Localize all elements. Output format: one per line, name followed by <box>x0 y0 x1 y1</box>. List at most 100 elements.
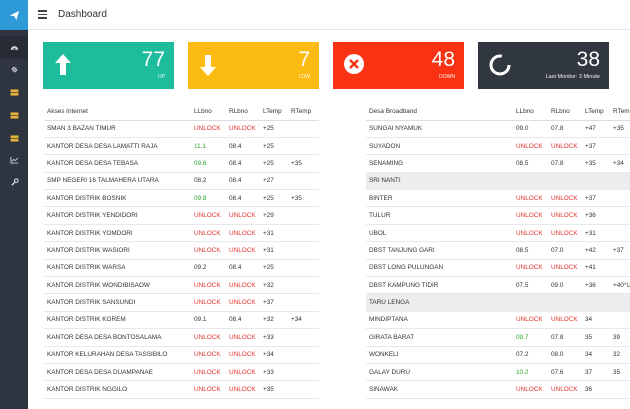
wrench-icon <box>10 174 19 192</box>
table-row[interactable]: KANTOR DESA DESA BONTOSALAMA UNLOCK UNLOCK… <box>44 328 319 347</box>
cell-l: UNLOCK <box>194 276 229 295</box>
cell-l: 09.0 <box>516 120 551 138</box>
cell-r: UNLOCK <box>229 363 263 382</box>
table-row[interactable]: UBOL UNLOCK UNLOCK +31 <box>366 224 630 243</box>
cell-lt: 36 <box>585 380 613 399</box>
table-row[interactable]: KANTOR DISTRIK KOREM 09.1 08.4 +32 +34 <box>44 311 319 330</box>
arrow-down-icon <box>198 53 218 77</box>
table-row[interactable]: DBST KAMPUNG TIDIR 07.5 09.0 +36 +40°U <box>366 276 630 295</box>
column-header[interactable]: RLbno <box>229 103 263 121</box>
cell-rt: +34 <box>291 311 319 330</box>
sidebar-item-7[interactable] <box>0 172 28 195</box>
sidebar-item-1[interactable] <box>0 36 28 59</box>
cell-lt: +25 <box>263 154 291 173</box>
table-row[interactable]: SUNGAI NYAMUK 09.0 07.8 +47 +35 <box>366 120 630 138</box>
cell-lt: +41 <box>585 259 613 278</box>
cell-lt: +32 <box>263 276 291 295</box>
table-row[interactable]: KANTOR DISTRIK NGGILO UNLOCK UNLOCK +35 <box>44 380 319 399</box>
cell-l: UNLOCK <box>516 189 551 208</box>
column-header[interactable]: Desa Broadband <box>366 103 516 121</box>
table-row[interactable]: WONKELI 07.2 08.0 34 32 <box>366 346 630 364</box>
cell-l: UNLOCK <box>516 380 551 399</box>
table-row[interactable]: TULUR UNLOCK UNLOCK +36 <box>366 206 630 225</box>
table-row[interactable]: GIRATA BARAT 09.7 07.8 35 39 <box>366 328 630 347</box>
table-row[interactable]: SINAWAK UNLOCK UNLOCK 36 <box>366 380 630 399</box>
table-row[interactable]: KANTOR KELURAHAN DESA TASSIBILO UNLOCK UNL… <box>44 346 319 364</box>
table-row[interactable]: KANTOR DESA DESA LAMATTI RAJA 11.1 08.4 +25 <box>44 137 319 156</box>
cell-l: UNLOCK <box>194 380 229 399</box>
table-row[interactable]: SUYADON UNLOCK UNLOCK +37 <box>366 137 630 156</box>
site-name: SMP NEGERI 16 TALMAHERA UTARA <box>44 172 194 191</box>
status-card-1[interactable]: 77 Up <box>43 42 174 89</box>
column-header[interactable]: LTemp <box>263 103 291 121</box>
site-name: DBST KAMPUNG TIDIR <box>366 276 516 295</box>
column-header[interactable]: Akses Internet <box>44 103 194 121</box>
site-name: UBOL <box>366 224 516 243</box>
cell-r: 08.4 <box>229 172 263 191</box>
table-row[interactable]: BINTER UNLOCK UNLOCK +37 <box>366 189 630 208</box>
table-row[interactable]: SENAMING 08.5 07.8 +35 +34 <box>366 154 630 173</box>
table-row[interactable]: KANTOR DESA DESA TEBASA 09.6 08.4 +25 +35 <box>44 154 319 173</box>
cell-l: 09.1 <box>194 311 229 330</box>
cell-rt <box>613 311 630 330</box>
cell-rt <box>291 293 319 312</box>
column-header[interactable]: RLbno <box>551 103 585 121</box>
site-name: SMAN 3 BAZAN TIMUR <box>44 120 194 138</box>
card-label: Last Monitor: 3 Minute <box>545 74 600 80</box>
sidebar-item-5[interactable] <box>0 126 28 149</box>
site-name: DBST TANJUNG GARI <box>366 241 516 260</box>
table-row[interactable]: DBST TANJUNG GARI 08.5 07.0 +42 +37 <box>366 241 630 260</box>
brand-logo[interactable] <box>0 0 28 30</box>
card-value: 7 <box>298 48 310 71</box>
menu-toggle-icon[interactable] <box>38 10 52 19</box>
status-card-3[interactable]: 48 Down <box>333 42 464 89</box>
site-name: KANTOR DISTRIK WASIORI <box>44 241 194 260</box>
column-header[interactable]: LTemp <box>585 103 613 121</box>
cell-l: UNLOCK <box>516 206 551 225</box>
table-row[interactable]: KANTOR DISTRIK YOMDORI UNLOCK UNLOCK +31 <box>44 224 319 243</box>
table-row[interactable]: KANTOR DISTRIK BOSNIK 09.8 08.4 +25 +35 <box>44 189 319 208</box>
status-card-2[interactable]: 7 Low <box>188 42 319 89</box>
table-row[interactable]: SMP NEGERI 16 TALMAHERA UTARA 08.2 08.4 +27 <box>44 172 319 191</box>
table-row[interactable]: KANTOR DISTRIK WASIORI UNLOCK UNLOCK +31 <box>44 241 319 260</box>
paper-plane-icon <box>9 10 19 20</box>
column-header[interactable]: RTemp <box>291 103 319 121</box>
cell-r: UNLOCK <box>229 328 263 347</box>
column-header[interactable]: RTemp <box>613 103 630 121</box>
sidebar-item-4[interactable] <box>0 104 28 127</box>
table-row[interactable]: KANTOR DISTRIK YENDIDORI UNLOCK UNLOCK +29 <box>44 206 319 225</box>
table-row[interactable]: KANTOR DISTRIK WONDIBISAOW UNLOCK UNLOCK +3… <box>44 276 319 295</box>
column-header[interactable]: LLbno <box>194 103 229 121</box>
cell-r: UNLOCK <box>229 380 263 399</box>
cell-lt: +31 <box>263 241 291 260</box>
group-row[interactable]: SRI NANTI <box>366 172 630 191</box>
status-card-4[interactable]: 38 Last Monitor: 3 Minute <box>478 42 609 89</box>
table-row[interactable]: KANTOR DISTRIK SANSUNDI UNLOCK UNLOCK +37 <box>44 293 319 312</box>
table-row[interactable]: SMAN 3 BAZAN TIMUR UNLOCK UNLOCK +25 <box>44 120 319 138</box>
table-row[interactable]: KANTOR DISTRIK WARSA 09.2 08.4 +25 <box>44 259 319 278</box>
cell-l: 08.5 <box>516 154 551 173</box>
cell-l: 09.8 <box>194 189 229 208</box>
sidebar-item-2[interactable] <box>0 59 28 82</box>
sidebar-item-3[interactable] <box>0 81 28 104</box>
cell-r: UNLOCK <box>229 206 263 225</box>
site-name: BINTER <box>366 189 516 208</box>
cell-r: UNLOCK <box>229 276 263 295</box>
sidebar-item-6[interactable] <box>0 149 28 172</box>
cell-r: 07.0 <box>551 241 585 260</box>
cell-l: UNLOCK <box>516 224 551 243</box>
table-row[interactable]: MINDIPTANA UNLOCK UNLOCK 34 <box>366 311 630 330</box>
card-value: 38 <box>576 48 600 71</box>
table-row[interactable]: GALAY DURU 10.2 07.6 37 35 <box>366 363 630 382</box>
cell-rt <box>291 276 319 295</box>
cell-rt <box>613 380 630 399</box>
cell-rt <box>291 346 319 364</box>
site-name: KANTOR DISTRIK WARSA <box>44 259 194 278</box>
site-name: KANTOR DISTRIK KOREM <box>44 311 194 330</box>
cell-lt: +42 <box>585 241 613 260</box>
table-row[interactable]: KANTOR DESA DESA DUAMPANAE UNLOCK UNLOCK +3… <box>44 363 319 382</box>
table-row[interactable]: DBST LONG PULUNGAN UNLOCK UNLOCK +41 <box>366 259 630 278</box>
cell-rt <box>613 224 630 243</box>
column-header[interactable]: LLbno <box>516 103 551 121</box>
group-row[interactable]: TARU LENGA <box>366 293 630 312</box>
